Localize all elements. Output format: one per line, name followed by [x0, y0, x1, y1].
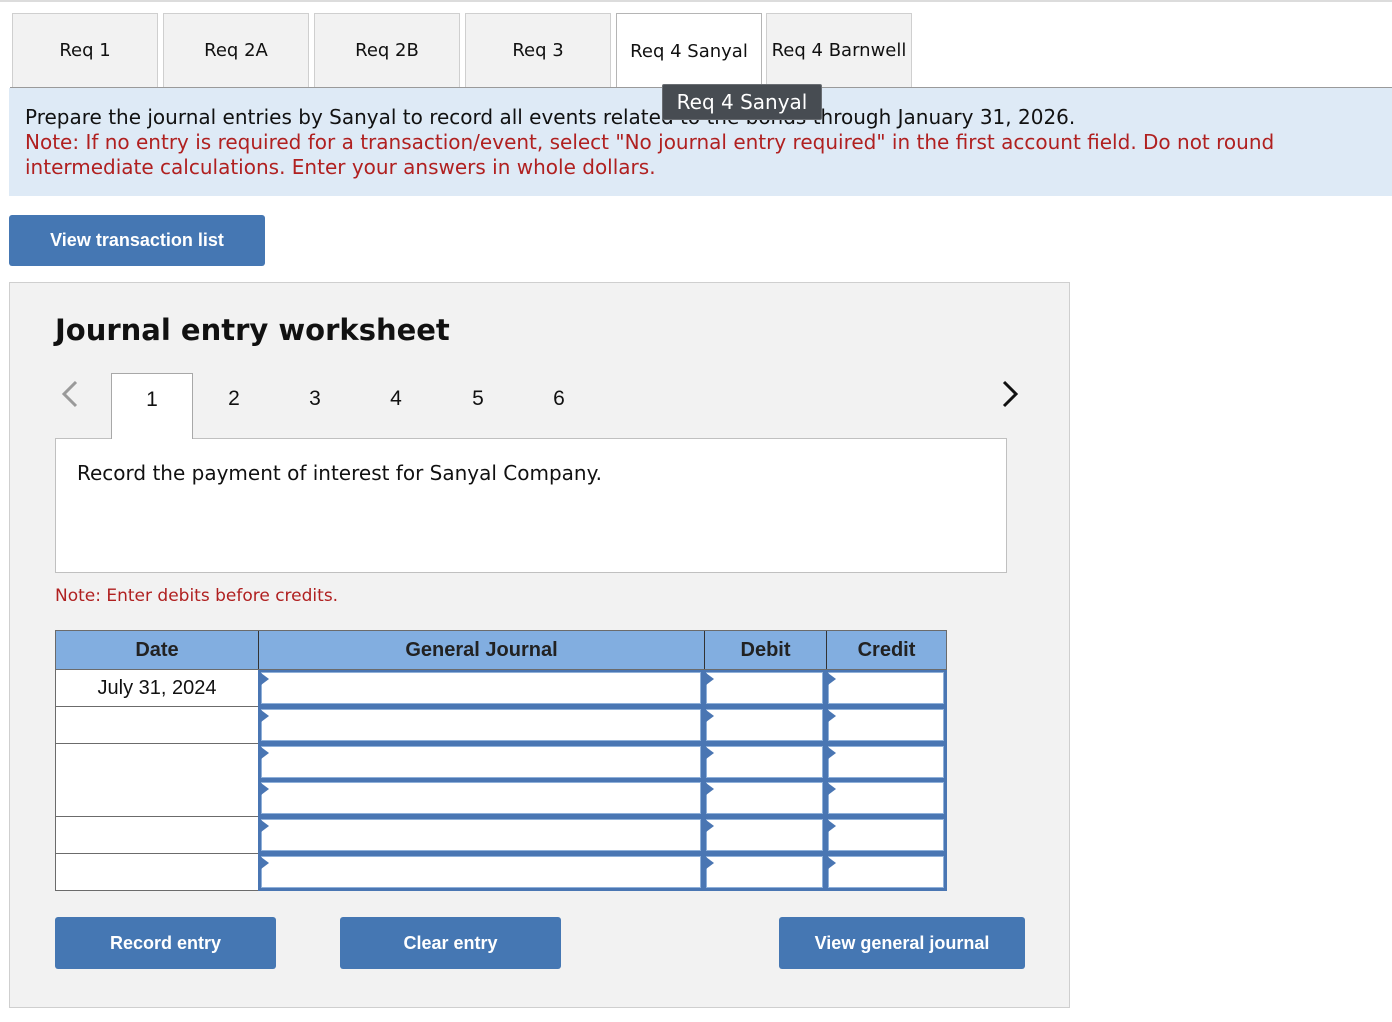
- previous-entry-chevron-left-icon[interactable]: [60, 379, 80, 409]
- date-cell: [55, 707, 258, 744]
- tab-req-1[interactable]: Req 1: [12, 13, 158, 87]
- credit-cell: [825, 780, 947, 817]
- credit-input[interactable]: [828, 856, 944, 888]
- tab-req-4-barnwell[interactable]: Req 4 Barnwell: [766, 13, 912, 87]
- clear-entry-button[interactable]: Clear entry: [340, 917, 561, 969]
- tab-req-2a[interactable]: Req 2A: [163, 13, 309, 87]
- account-cell: [258, 780, 704, 817]
- debit-input[interactable]: [706, 746, 823, 778]
- account-cell: [258, 744, 704, 781]
- credit-input[interactable]: [828, 819, 944, 851]
- account-cell: [258, 707, 704, 744]
- table-row: [55, 817, 947, 854]
- credit-cell: [825, 670, 947, 707]
- credit-cell: [825, 854, 947, 891]
- tab-req-2b[interactable]: Req 2B: [314, 13, 460, 87]
- credit-cell: [825, 707, 947, 744]
- table-row: [55, 854, 947, 891]
- account-cell: [258, 670, 704, 707]
- account-cell: [258, 817, 704, 854]
- entry-tab-1[interactable]: 1: [111, 373, 193, 439]
- journal-table-header: Date General Journal Debit Credit: [55, 630, 947, 670]
- account-input[interactable]: [261, 782, 701, 814]
- credit-input[interactable]: [828, 782, 944, 814]
- credit-cell: [825, 817, 947, 854]
- date-cell: July 31, 2024: [55, 670, 258, 707]
- debit-cell: [703, 707, 826, 744]
- date-cell: [55, 817, 258, 854]
- entry-description: Record the payment of interest for Sanya…: [55, 438, 1007, 573]
- date-cell: [55, 854, 258, 891]
- header-date: Date: [135, 638, 179, 661]
- debit-cell: [703, 744, 826, 781]
- header-credit: Credit: [826, 631, 946, 669]
- header-general-journal: General Journal: [258, 631, 704, 669]
- credit-input[interactable]: [828, 672, 944, 704]
- debit-input[interactable]: [706, 672, 823, 704]
- credit-cell: [825, 744, 947, 781]
- entry-tab-3[interactable]: 3: [274, 373, 356, 439]
- debit-cell: [703, 670, 826, 707]
- view-general-journal-button[interactable]: View general journal: [779, 917, 1025, 969]
- worksheet-title: Journal entry worksheet: [55, 313, 450, 347]
- table-row: [55, 744, 947, 781]
- view-transaction-list-button[interactable]: View transaction list: [9, 215, 265, 266]
- record-entry-button[interactable]: Record entry: [55, 917, 276, 969]
- account-input[interactable]: [261, 672, 701, 704]
- table-row: [55, 707, 947, 744]
- instructions-note: Note: If no entry is required for a tran…: [25, 130, 1275, 179]
- tab-req-3[interactable]: Req 3: [465, 13, 611, 87]
- debit-input[interactable]: [706, 782, 823, 814]
- account-cell: [258, 854, 704, 891]
- debit-cell: [703, 854, 826, 891]
- debit-cell: [703, 817, 826, 854]
- entry-tab-2[interactable]: 2: [193, 373, 275, 439]
- entry-tab-4[interactable]: 4: [355, 373, 437, 439]
- credit-input[interactable]: [828, 746, 944, 778]
- debit-input[interactable]: [706, 819, 823, 851]
- account-input[interactable]: [261, 856, 701, 888]
- debit-input[interactable]: [706, 856, 823, 888]
- account-input[interactable]: [261, 819, 701, 851]
- table-row: July 31, 2024: [55, 670, 947, 707]
- date-cell: [55, 780, 258, 817]
- journal-entry-worksheet: Journal entry worksheet 1 2 3 4 5 6 Reco…: [9, 282, 1070, 1008]
- account-input[interactable]: [261, 709, 701, 741]
- debit-input[interactable]: [706, 709, 823, 741]
- next-entry-chevron-right-icon[interactable]: [1000, 379, 1020, 409]
- credit-input[interactable]: [828, 709, 944, 741]
- debits-note: Note: Enter debits before credits.: [55, 586, 339, 606]
- tab-tooltip: Req 4 Sanyal: [662, 84, 822, 120]
- table-row: [55, 780, 947, 817]
- entry-tab-6[interactable]: 6: [518, 373, 600, 439]
- debit-cell: [703, 780, 826, 817]
- tab-req-4-sanyal[interactable]: Req 4 Sanyal: [616, 13, 762, 89]
- header-debit: Debit: [704, 631, 826, 669]
- top-divider: [0, 0, 1392, 2]
- entry-tab-5[interactable]: 5: [437, 373, 519, 439]
- account-input[interactable]: [261, 746, 701, 778]
- date-cell: [55, 744, 258, 781]
